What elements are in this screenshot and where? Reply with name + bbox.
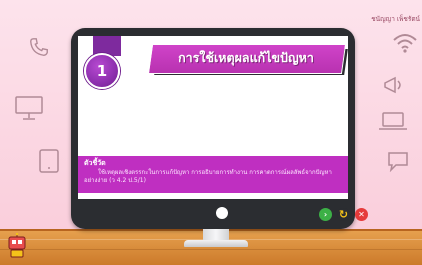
reload-icon: ↻ bbox=[338, 208, 349, 221]
wifi-icon bbox=[393, 34, 417, 53]
megaphone-icon bbox=[384, 76, 401, 94]
robot-mascot-icon bbox=[8, 233, 26, 258]
lesson-number: 1 bbox=[96, 62, 108, 80]
monitor-stand-base bbox=[184, 240, 248, 247]
close-button[interactable]: ✕ bbox=[355, 208, 368, 221]
chat-bubble-icon bbox=[388, 152, 408, 172]
indicator-body: ใช้เหตุผลเชิงตรรกะในการแก้ปัญหา การอธิบา… bbox=[84, 169, 332, 184]
computer-icon bbox=[15, 96, 43, 120]
lesson-number-badge: 1 bbox=[84, 53, 120, 89]
laptop-icon bbox=[379, 112, 407, 130]
indicator-panel: ตัวชี้วัด ใช้เหตุผลเชิงตรรกะในการแก้ปัญห… bbox=[78, 156, 348, 193]
author-name: ชนัญญา เพ็ชรัตน์ bbox=[371, 15, 420, 23]
next-button[interactable]: › bbox=[319, 208, 332, 221]
phone-icon bbox=[30, 38, 48, 56]
close-icon: ✕ bbox=[358, 210, 365, 219]
indicator-heading: ตัวชี้วัด bbox=[84, 159, 106, 167]
lesson-title: การใช้เหตุผลแก้ไขปัญหา bbox=[178, 50, 314, 65]
reload-button[interactable]: ↻ bbox=[337, 208, 350, 221]
next-arrow-icon: › bbox=[323, 210, 328, 219]
tablet-icon bbox=[39, 149, 59, 173]
monitor-power-light bbox=[216, 207, 228, 219]
